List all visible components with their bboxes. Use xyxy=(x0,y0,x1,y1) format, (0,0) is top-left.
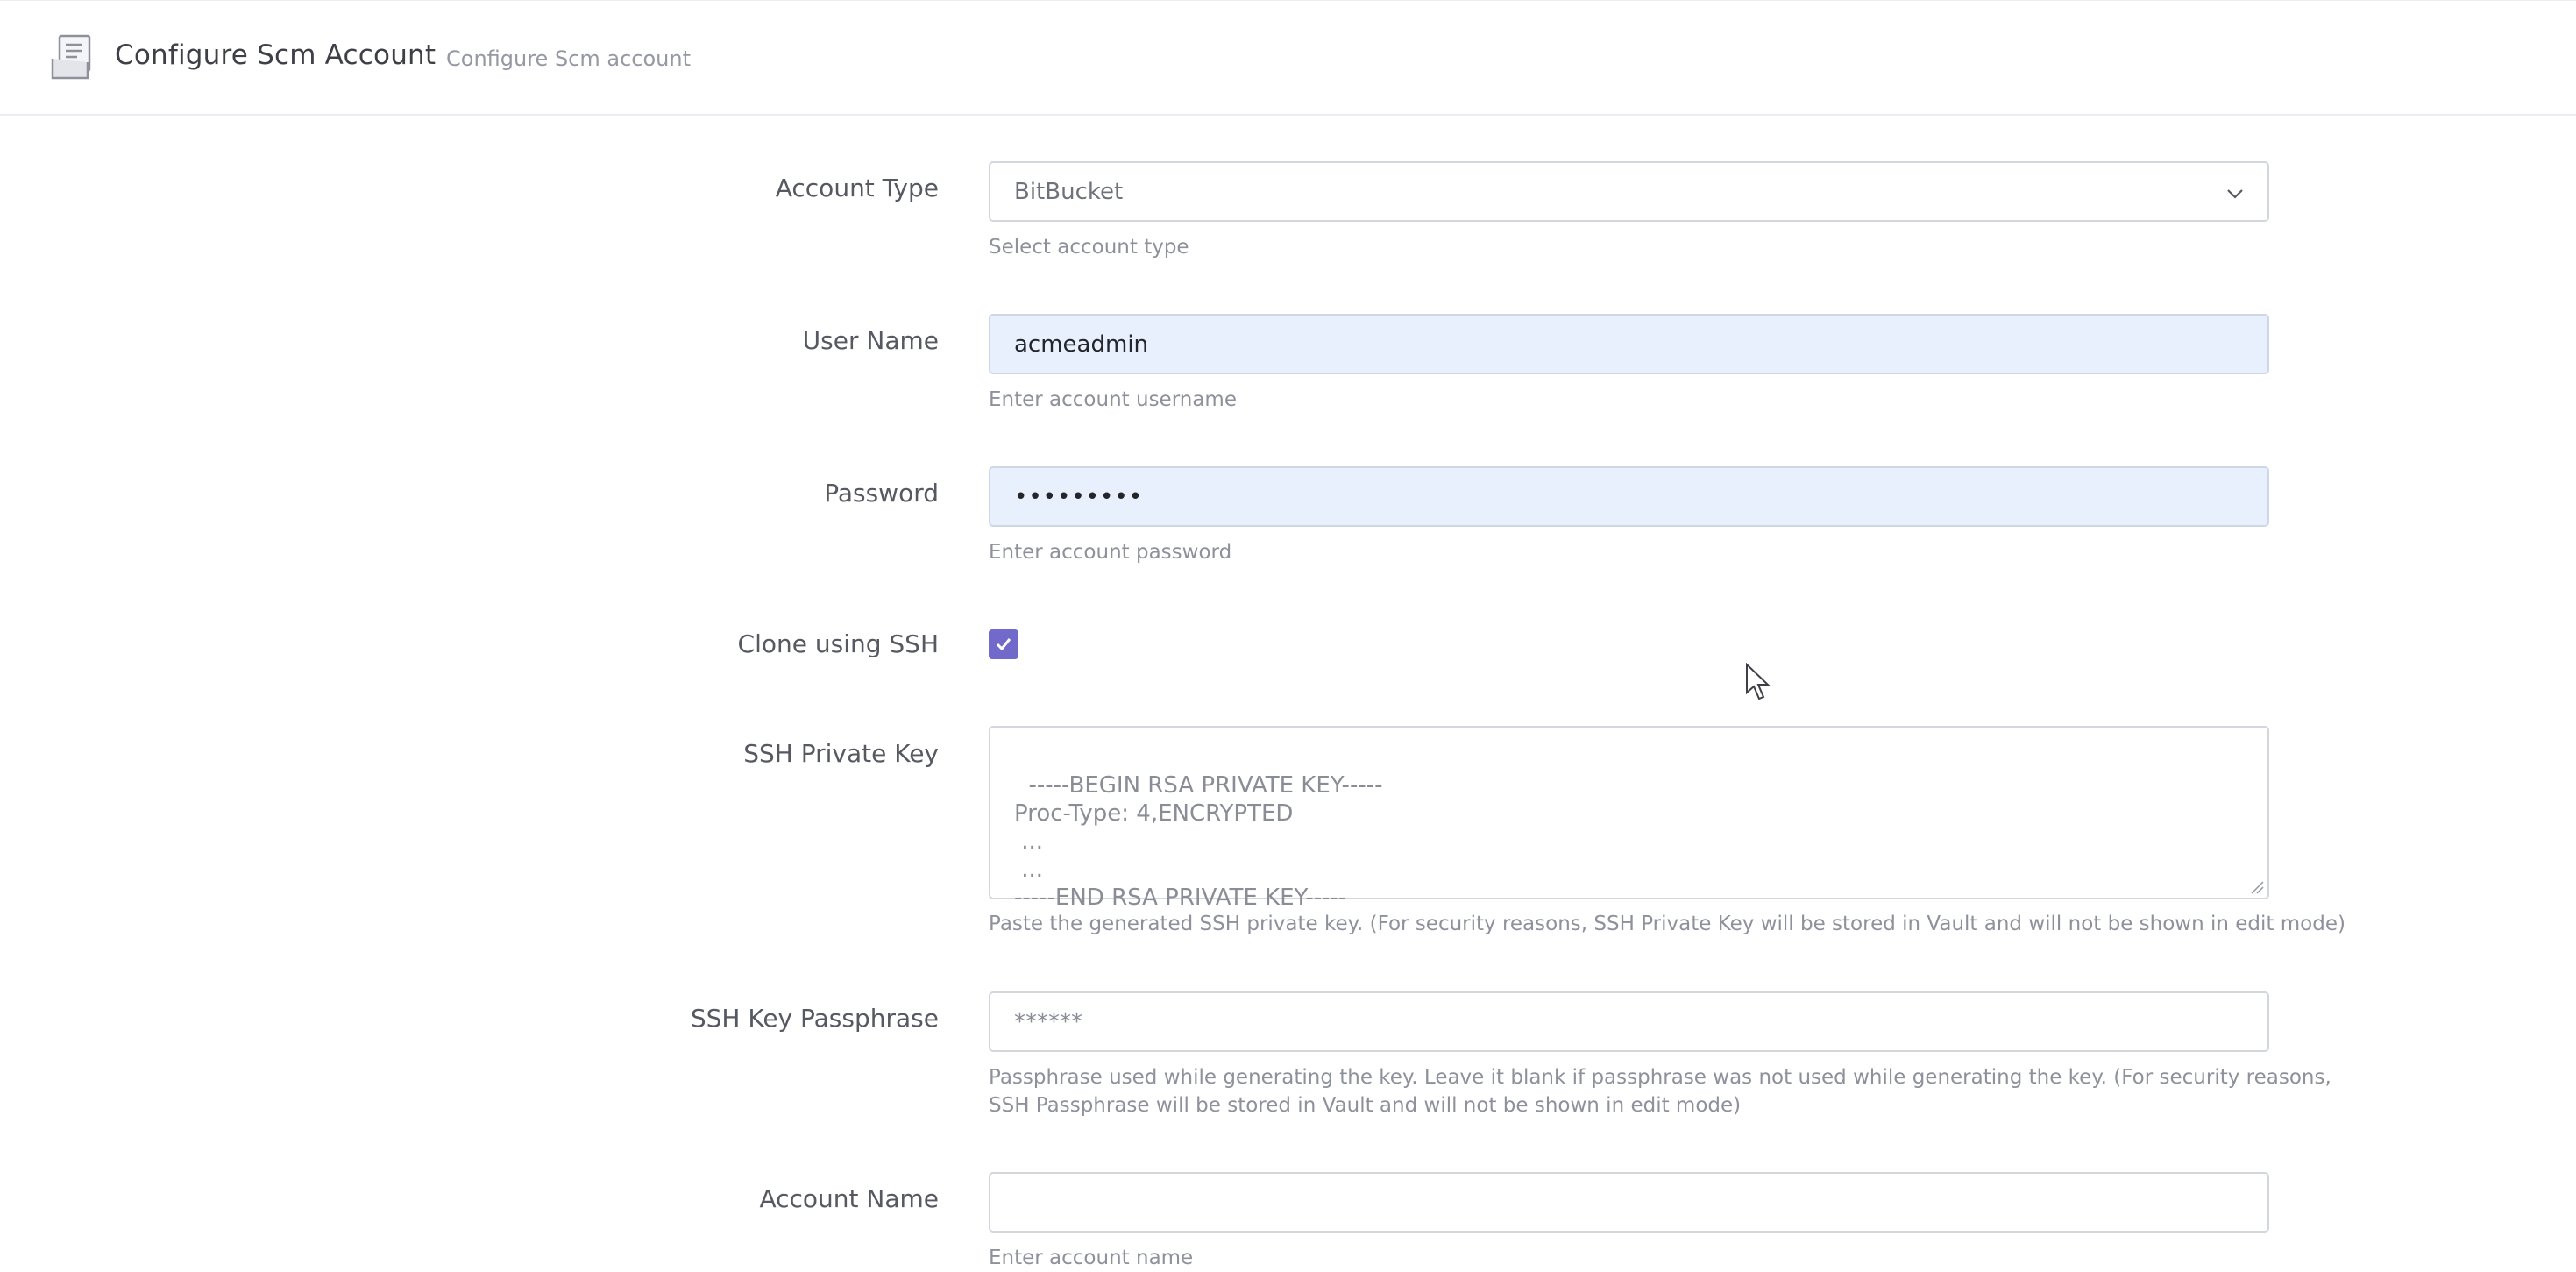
clone-ssh-label: Clone using SSH xyxy=(737,629,939,658)
ssh-passphrase-help-line1: Passphrase used while generating the key… xyxy=(989,1066,2331,1089)
account-type-value: BitBucket xyxy=(1014,178,1124,205)
ssh-private-key-help: Paste the generated SSH private key. (Fo… xyxy=(989,913,2345,935)
ssh-passphrase-placeholder: ****** xyxy=(1014,1008,1082,1035)
resize-handle-icon[interactable] xyxy=(2248,878,2264,894)
password-input[interactable]: ••••••••• xyxy=(989,466,2269,527)
account-name-label: Account Name xyxy=(759,1184,939,1213)
page-header: Configure Scm Account Configure Scm acco… xyxy=(0,0,2576,116)
account-type-help: Select account type xyxy=(989,236,1189,259)
account-type-select[interactable]: BitBucket xyxy=(989,161,2269,222)
password-value: ••••••••• xyxy=(1014,483,1144,510)
page-subtitle: Configure Scm account xyxy=(446,46,691,71)
clone-ssh-checkbox[interactable] xyxy=(989,629,1018,659)
user-name-help: Enter account username xyxy=(989,388,1237,411)
ssh-passphrase-label: SSH Key Passphrase xyxy=(690,1004,939,1033)
password-help: Enter account password xyxy=(989,541,1232,564)
checkmark-icon xyxy=(996,638,1011,651)
ssh-passphrase-help-line2: SSH Passphrase will be stored in Vault a… xyxy=(989,1094,1742,1117)
ssh-private-key-placeholder: -----BEGIN RSA PRIVATE KEY----- Proc-Typ… xyxy=(1014,772,1383,911)
document-stack-icon xyxy=(51,34,91,80)
account-name-help: Enter account name xyxy=(989,1247,1194,1269)
chevron-down-icon xyxy=(2227,189,2243,199)
ssh-passphrase-input[interactable]: ****** xyxy=(989,991,2269,1052)
account-name-input[interactable] xyxy=(989,1172,2269,1233)
page-title: Configure Scm Account xyxy=(115,39,436,71)
account-type-label: Account Type xyxy=(775,174,939,203)
user-name-label: User Name xyxy=(802,326,939,355)
user-name-input[interactable]: acmeadmin xyxy=(989,314,2269,374)
user-name-value: acmeadmin xyxy=(1014,330,1149,358)
ssh-private-key-textarea[interactable]: -----BEGIN RSA PRIVATE KEY----- Proc-Typ… xyxy=(989,726,2269,911)
ssh-private-key-label: SSH Private Key xyxy=(743,739,939,768)
password-label: Password xyxy=(824,479,939,508)
mouse-cursor-icon xyxy=(1746,663,1771,700)
